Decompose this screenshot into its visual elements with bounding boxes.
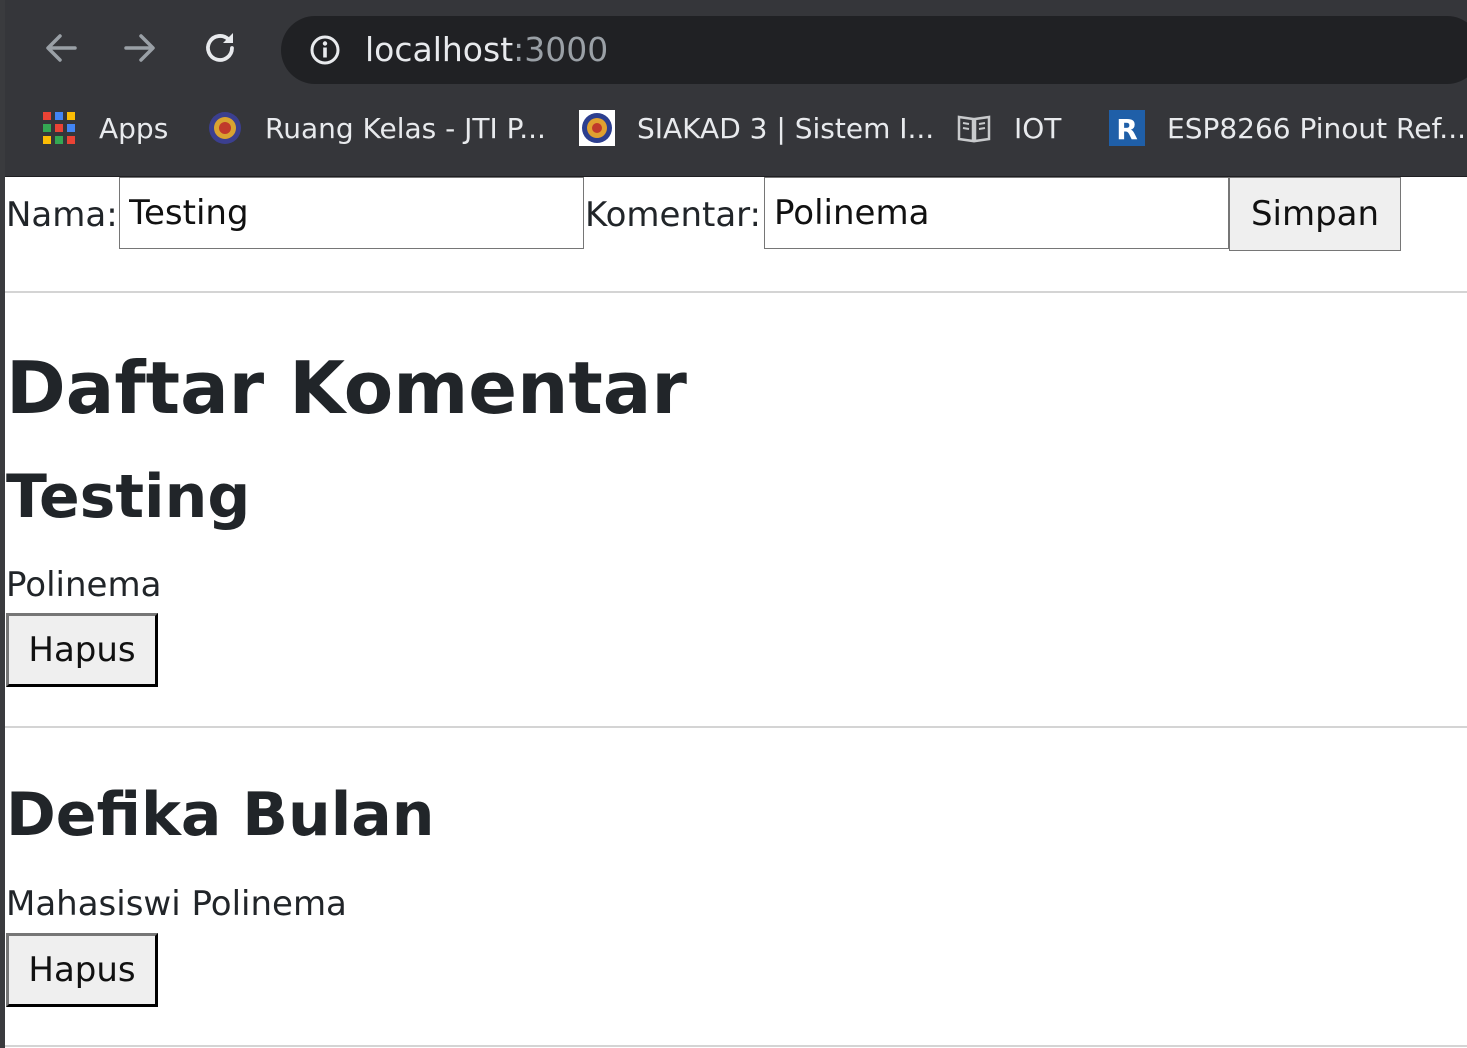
bookmark-esp8266[interactable]: R ESP8266 Pinout Ref... — [1109, 108, 1466, 148]
forward-button[interactable] — [116, 24, 164, 72]
address-bar[interactable]: localhost:3000 — [281, 16, 1467, 84]
comment-form: Nama: Komentar: Simpan — [5, 177, 1467, 251]
back-arrow-icon — [46, 34, 77, 62]
url-port: :3000 — [513, 30, 609, 69]
apps-grid-icon — [43, 112, 75, 144]
bookmark-label: ESP8266 Pinout Ref... — [1167, 111, 1467, 145]
comment-text: Mahasiswi Polinema — [6, 884, 347, 924]
info-icon[interactable] — [309, 34, 341, 66]
comment-name: Testing — [6, 462, 251, 532]
bookmarks-bar: Apps Ruang Kelas - JTI P... SIAKAD 3 | S… — [5, 94, 1467, 177]
url-host: localhost — [365, 30, 514, 69]
bookmark-ruang-kelas[interactable]: Ruang Kelas - JTI P... — [207, 108, 546, 148]
svg-text:R: R — [1116, 113, 1138, 146]
hapus-button[interactable]: Hapus — [6, 613, 158, 687]
forward-arrow-icon — [124, 34, 155, 62]
hapus-button[interactable]: Hapus — [6, 933, 158, 1007]
bookmark-label: IOT — [1014, 111, 1062, 145]
bookmark-label: Apps — [99, 111, 169, 145]
komentar-input[interactable] — [764, 177, 1229, 249]
bookmark-label: Ruang Kelas - JTI P... — [265, 111, 546, 145]
back-button[interactable] — [37, 24, 85, 72]
polinema-logo-icon — [209, 112, 241, 144]
divider — [5, 291, 1467, 293]
comment-name: Defika Bulan — [6, 780, 435, 850]
book-icon — [957, 115, 991, 143]
bookmark-iot[interactable]: IOT — [956, 108, 1061, 148]
bookmark-apps[interactable]: Apps — [41, 108, 168, 148]
divider — [5, 726, 1467, 728]
browser-toolbar: localhost:3000 — [5, 0, 1467, 94]
bookmark-siakad[interactable]: SIAKAD 3 | Sistem I... — [579, 108, 934, 148]
divider — [5, 1045, 1467, 1047]
polinema-logo-icon — [579, 110, 615, 146]
reload-icon — [206, 33, 234, 62]
nama-label: Nama: — [6, 195, 118, 235]
nama-input[interactable] — [119, 177, 584, 249]
url-text[interactable]: localhost:3000 — [365, 30, 608, 70]
bookmark-label: SIAKAD 3 | Sistem I... — [637, 111, 935, 145]
comment-text: Polinema — [6, 565, 162, 605]
page-title: Daftar Komentar — [6, 346, 687, 430]
r-logo-icon: R — [1109, 110, 1145, 146]
reload-button[interactable] — [196, 24, 244, 72]
simpan-button[interactable]: Simpan — [1229, 177, 1401, 251]
page-content: Nama: Komentar: Simpan Daftar Komentar T… — [5, 177, 1467, 1048]
komentar-label: Komentar: — [585, 195, 761, 235]
